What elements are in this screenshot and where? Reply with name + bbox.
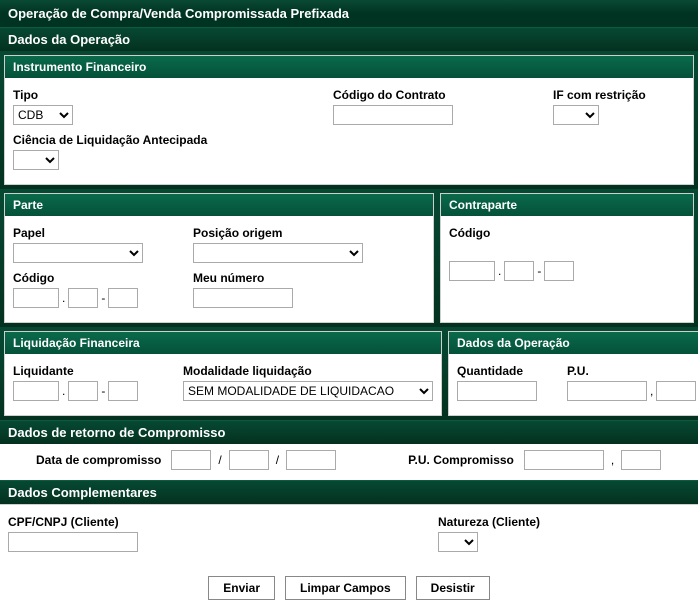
panel-head-contraparte: Contraparte bbox=[441, 194, 693, 216]
desistir-button[interactable]: Desistir bbox=[416, 576, 490, 600]
label-ciencia: Ciência de Liquidação Antecipada bbox=[13, 133, 313, 147]
parte-codigo-a-input[interactable] bbox=[13, 288, 59, 308]
label-tipo: Tipo bbox=[13, 88, 163, 102]
parte-codigo-c-input[interactable] bbox=[108, 288, 138, 308]
separator-comma: , bbox=[649, 384, 654, 398]
ciencia-select[interactable] bbox=[13, 150, 59, 170]
data-y-input[interactable] bbox=[286, 450, 336, 470]
separator-slash: / bbox=[217, 453, 222, 467]
data-d-input[interactable] bbox=[171, 450, 211, 470]
label-modalidade: Modalidade liquidação bbox=[183, 364, 433, 378]
pu-dec-input[interactable] bbox=[656, 381, 696, 401]
if-restricao-select[interactable] bbox=[553, 105, 599, 125]
separator-dash: - bbox=[100, 384, 106, 398]
modalidade-select[interactable]: SEM MODALIDADE DE LIQUIDACAO bbox=[183, 381, 433, 401]
label-cpf: CPF/CNPJ (Cliente) bbox=[8, 515, 308, 529]
label-quantidade: Quantidade bbox=[457, 364, 547, 378]
contraparte-codigo-c-input[interactable] bbox=[544, 261, 574, 281]
quantidade-input[interactable] bbox=[457, 381, 537, 401]
label-liquidante: Liquidante bbox=[13, 364, 163, 378]
label-posicao: Posição origem bbox=[193, 226, 363, 240]
label-natureza: Natureza (Cliente) bbox=[438, 515, 540, 529]
posicao-select[interactable] bbox=[193, 243, 363, 263]
panel-head-instrumento: Instrumento Financeiro bbox=[5, 56, 693, 78]
separator-dot: . bbox=[497, 264, 502, 278]
meu-numero-input[interactable] bbox=[193, 288, 293, 308]
pu-compromisso-int-input[interactable] bbox=[524, 450, 604, 470]
enviar-button[interactable]: Enviar bbox=[208, 576, 275, 600]
label-parte-codigo: Código bbox=[13, 271, 163, 285]
label-papel: Papel bbox=[13, 226, 163, 240]
label-contraparte-codigo: Código bbox=[449, 226, 685, 240]
natureza-select[interactable] bbox=[438, 532, 478, 552]
separator-dash: - bbox=[536, 264, 542, 278]
contraparte-codigo-b-input[interactable] bbox=[504, 261, 534, 281]
separator-comma: , bbox=[610, 453, 615, 467]
limpar-button[interactable]: Limpar Campos bbox=[285, 576, 406, 600]
separator-dot: . bbox=[61, 291, 66, 305]
pu-compromisso-dec-input[interactable] bbox=[621, 450, 661, 470]
contraparte-codigo-a-input[interactable] bbox=[449, 261, 495, 281]
panel-head-dados-operacao-right: Dados da Operação bbox=[449, 332, 698, 354]
label-pu: P.U. bbox=[567, 364, 696, 378]
pu-int-input[interactable] bbox=[567, 381, 647, 401]
label-codigo-contrato: Código do Contrato bbox=[333, 88, 533, 102]
cpf-input[interactable] bbox=[8, 532, 138, 552]
data-m-input[interactable] bbox=[229, 450, 269, 470]
section-retorno: Dados de retorno de Compromisso bbox=[0, 420, 698, 444]
panel-head-liquidacao: Liquidação Financeira bbox=[5, 332, 441, 354]
label-pu-compromisso: P.U. Compromisso bbox=[408, 453, 514, 467]
separator-dash: - bbox=[100, 291, 106, 305]
section-complementares: Dados Complementares bbox=[0, 480, 698, 504]
liquidante-b-input[interactable] bbox=[68, 381, 98, 401]
liquidante-a-input[interactable] bbox=[13, 381, 59, 401]
label-meu-numero: Meu número bbox=[193, 271, 363, 285]
codigo-contrato-input[interactable] bbox=[333, 105, 453, 125]
liquidante-c-input[interactable] bbox=[108, 381, 138, 401]
tipo-select[interactable]: CDB bbox=[13, 105, 73, 125]
parte-codigo-b-input[interactable] bbox=[68, 288, 98, 308]
label-if-restricao: IF com restrição bbox=[553, 88, 673, 102]
panel-head-parte: Parte bbox=[5, 194, 433, 216]
separator-slash: / bbox=[275, 453, 280, 467]
page-title: Operação de Compra/Venda Compromissada P… bbox=[0, 0, 698, 27]
label-data-compromisso: Data de compromisso bbox=[36, 453, 161, 467]
separator-dot: . bbox=[61, 384, 66, 398]
papel-select[interactable] bbox=[13, 243, 143, 263]
section-dados-operacao: Dados da Operação bbox=[0, 27, 698, 51]
